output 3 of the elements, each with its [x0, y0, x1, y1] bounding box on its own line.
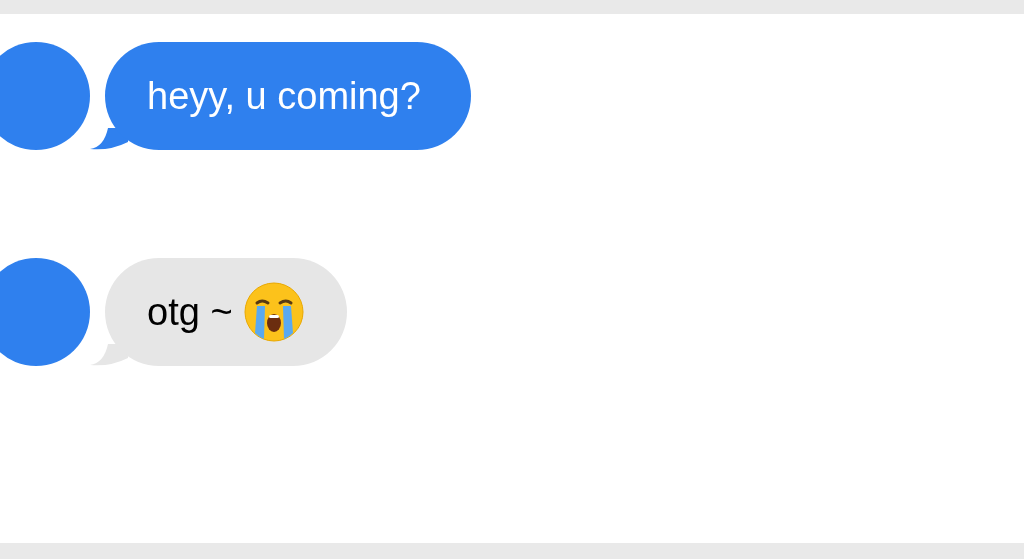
message-text: otg ~	[147, 289, 234, 335]
crying-face-icon	[242, 281, 305, 343]
message-text: heyy, u coming?	[147, 73, 422, 119]
